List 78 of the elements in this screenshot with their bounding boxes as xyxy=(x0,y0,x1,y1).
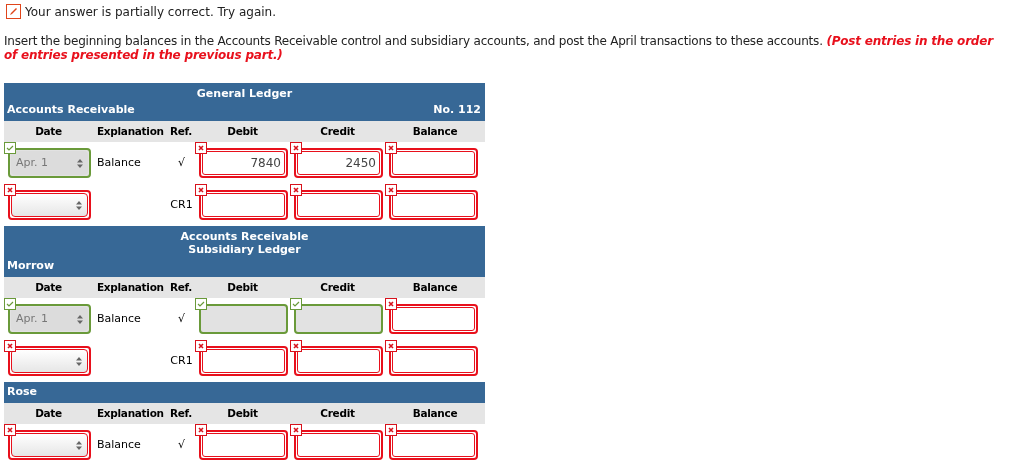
column-header: Balance xyxy=(411,405,459,421)
input-field[interactable] xyxy=(199,430,288,460)
cross-icon xyxy=(290,340,302,352)
column-header: Credit xyxy=(319,123,356,139)
reference-text: √ xyxy=(178,311,185,325)
input-field[interactable] xyxy=(294,190,383,220)
cross-icon xyxy=(385,424,397,436)
column-header: Credit xyxy=(319,279,356,295)
account-name: Morrow xyxy=(7,258,55,275)
explanation-text: Balance xyxy=(97,311,141,325)
date-select[interactable] xyxy=(8,430,91,460)
input-field[interactable] xyxy=(389,190,478,220)
stepper-icon xyxy=(77,158,83,168)
column-header: Date xyxy=(34,279,63,295)
check-icon xyxy=(4,298,16,310)
check-icon xyxy=(290,298,302,310)
column-header: Debit xyxy=(226,405,259,421)
input-field[interactable] xyxy=(199,190,288,220)
instructions-text: Insert the beginning balances in the Accounts Receivable control and subsidiary accounts, and post the April transactions to these accounts. (Post entries in the order of entries presented in the previous part.) xyxy=(4,34,994,62)
ledger-title: General Ledger xyxy=(195,87,294,100)
cross-icon xyxy=(385,298,397,310)
pencil-icon xyxy=(6,4,21,19)
cross-icon xyxy=(195,142,207,154)
input-field[interactable] xyxy=(389,304,478,334)
column-header: Explanation xyxy=(96,405,165,421)
column-header: Balance xyxy=(411,123,459,139)
cross-icon xyxy=(195,424,207,436)
column-header: Date xyxy=(34,405,63,421)
reference-text: CR1 xyxy=(170,353,193,367)
column-header: Debit xyxy=(226,279,259,295)
input-field[interactable] xyxy=(389,430,478,460)
account-name: Accounts Receivable xyxy=(7,102,135,119)
stepper-icon xyxy=(76,440,82,450)
input-field[interactable] xyxy=(389,346,478,376)
column-header: Date xyxy=(34,123,63,139)
cross-icon xyxy=(195,184,207,196)
column-header: Ref. xyxy=(169,123,193,139)
stepper-icon xyxy=(76,356,82,366)
reference-text: √ xyxy=(178,437,185,451)
input-field[interactable] xyxy=(294,304,383,334)
input-field[interactable] xyxy=(294,430,383,460)
check-icon xyxy=(4,142,16,154)
cross-icon xyxy=(290,184,302,196)
reference-text: √ xyxy=(178,155,185,169)
column-header: Balance xyxy=(411,279,459,295)
cross-icon xyxy=(4,424,16,436)
reference-text: CR1 xyxy=(170,197,193,211)
stepper-icon xyxy=(76,200,82,210)
cross-icon xyxy=(385,184,397,196)
column-header: Ref. xyxy=(169,279,193,295)
check-icon xyxy=(195,298,207,310)
input-field[interactable] xyxy=(294,346,383,376)
ledger-title: Accounts Receivable Subsidiary Ledger xyxy=(179,230,310,256)
input-field[interactable] xyxy=(199,346,288,376)
cross-icon xyxy=(195,340,207,352)
input-field[interactable] xyxy=(199,304,288,334)
column-header: Ref. xyxy=(169,405,193,421)
cross-icon xyxy=(385,142,397,154)
input-field[interactable]: 7840 xyxy=(199,148,288,178)
date-select[interactable] xyxy=(8,346,91,376)
cross-icon xyxy=(290,142,302,154)
cross-icon xyxy=(4,340,16,352)
date-select[interactable] xyxy=(8,190,91,220)
input-field[interactable]: 2450 xyxy=(294,148,383,178)
explanation-text: Balance xyxy=(97,437,141,451)
feedback-message: Your answer is partially correct. Try again. xyxy=(25,3,276,21)
account-number: No. 112 xyxy=(433,102,482,119)
cross-icon xyxy=(4,184,16,196)
account-name: Rose xyxy=(7,384,38,401)
column-header: Debit xyxy=(226,123,259,139)
cross-icon xyxy=(385,340,397,352)
stepper-icon xyxy=(77,314,83,324)
input-field[interactable] xyxy=(389,148,478,178)
column-header: Credit xyxy=(319,405,356,421)
explanation-text: Balance xyxy=(97,155,141,169)
column-header: Explanation xyxy=(96,123,165,139)
cross-icon xyxy=(290,424,302,436)
column-header: Explanation xyxy=(96,279,165,295)
